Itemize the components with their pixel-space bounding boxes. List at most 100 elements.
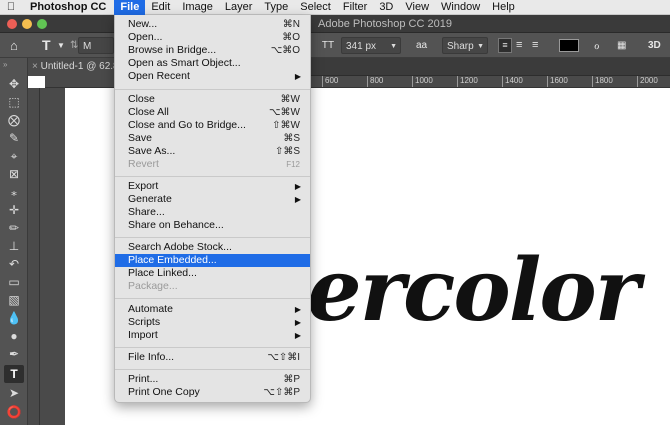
eyedropper-tool-icon[interactable]: ⁎ (4, 183, 24, 201)
collapse-icon[interactable]: » (3, 60, 7, 69)
menu-file[interactable]: File (114, 0, 146, 15)
eraser-tool-icon[interactable]: ▭ (4, 273, 24, 291)
text-color-swatch[interactable] (559, 39, 579, 52)
menu-item-browse-in-bridge[interactable]: Browse in Bridge... ⌥⌘O (115, 44, 310, 57)
menu-window[interactable]: Window (435, 0, 486, 15)
marquee-tool-icon[interactable]: ⬚ (4, 93, 24, 111)
type-tool-preset-icon[interactable]: T (42, 37, 51, 54)
document-tab[interactable]: × Untitled-1 @ 62.8 (28, 58, 118, 76)
menu-layer[interactable]: Layer (219, 0, 259, 15)
window-title-bar: Adobe Photoshop CC 2019 (0, 15, 670, 33)
ellipse-tool-icon[interactable]: ⭕ (4, 403, 24, 421)
menu-separator (115, 237, 310, 238)
home-icon[interactable]: ⌂ (10, 37, 18, 54)
submenu-arrow-icon: ▶ (294, 182, 301, 191)
vertical-ruler (28, 88, 40, 425)
healing-brush-tool-icon[interactable]: ✛ (4, 201, 24, 219)
menu-image[interactable]: Image (176, 0, 219, 15)
brush-tool-icon[interactable]: ✏ (4, 219, 24, 237)
menu-item-file-info[interactable]: File Info... ⌥⇧⌘I (115, 351, 310, 364)
menu-item-generate[interactable]: Generate ▶ (115, 193, 310, 206)
blur-tool-icon[interactable]: 💧 (4, 309, 24, 327)
font-family-field[interactable]: M (78, 37, 114, 54)
dodge-tool-icon[interactable]: ● (4, 327, 24, 345)
submenu-arrow-icon: ▶ (294, 318, 301, 327)
file-menu-dropdown: New... ⌘N Open... ⌘O Browse in Bridge... ⌥⌘… (114, 15, 311, 403)
chevron-down-icon: ▼ (477, 43, 484, 50)
menu-item-share[interactable]: Share... (115, 206, 310, 219)
ruler-tick: 1600 (547, 76, 568, 87)
history-brush-tool-icon[interactable]: ↶ (4, 255, 24, 273)
character-panel-icon[interactable]: ▦ (617, 37, 626, 54)
menu-help[interactable]: Help (486, 0, 521, 15)
close-tab-icon[interactable]: × (32, 61, 38, 72)
menu-item-share-on-behance[interactable]: Share on Behance... (115, 219, 310, 232)
menu-item-print-one-copy[interactable]: Print One Copy ⌥⇧⌘P (115, 386, 310, 399)
pen-tool-icon[interactable]: ✒ (4, 345, 24, 363)
menu-item-search-adobe-stock[interactable]: Search Adobe Stock... (115, 241, 310, 254)
move-tool-icon[interactable]: ✥ (4, 75, 24, 93)
menu-separator (115, 298, 310, 299)
window-title: Adobe Photoshop CC 2019 (318, 18, 452, 30)
menu-item-place-linked[interactable]: Place Linked... (115, 267, 310, 280)
ruler-tick: 1000 (412, 76, 433, 87)
menu-item-place-embedded[interactable]: Place Embedded... (115, 254, 310, 267)
menu-separator (115, 89, 310, 90)
frame-tool-icon[interactable]: ⊠ (4, 165, 24, 183)
submenu-arrow-icon: ▶ (294, 195, 301, 204)
menu-item-new[interactable]: New... ⌘N (115, 18, 310, 31)
lasso-tool-icon[interactable]: ⨂ (4, 111, 24, 129)
menu-view[interactable]: View (399, 0, 435, 15)
menu-item-save[interactable]: Save ⌘S (115, 132, 310, 145)
gradient-tool-icon[interactable]: ▧ (4, 291, 24, 309)
menu-filter[interactable]: Filter (337, 0, 373, 15)
menu-edit[interactable]: Edit (145, 0, 176, 15)
3d-icon[interactable]: 3D (648, 37, 661, 54)
chevron-down-icon[interactable]: ▼ (57, 37, 65, 54)
antialias-select[interactable]: Sharp ▼ (442, 37, 488, 54)
menu-item-close-and-go-to-bridge[interactable]: Close and Go to Bridge... ⇧⌘W (115, 119, 310, 132)
align-left-icon[interactable]: ≡ (498, 38, 512, 53)
clone-stamp-tool-icon[interactable]: ⊥ (4, 237, 24, 255)
menu-item-export[interactable]: Export ▶ (115, 180, 310, 193)
apple-menu-icon[interactable]:  (0, 1, 22, 13)
menu-type[interactable]: Type (258, 0, 294, 15)
align-right-icon[interactable]: ≡ (532, 37, 538, 54)
menu-select[interactable]: Select (294, 0, 337, 15)
tools-panel: » ✥ ⬚ ⨂ ✎ ⌖ ⊠ ⁎ ✛ ✏ ⊥ ↶ ▭ ▧ 💧 ● ✒ T ➤ ⭕ (0, 58, 28, 425)
menu-separator (115, 347, 310, 348)
ruler-tick: 1400 (502, 76, 523, 87)
menu-separator (115, 176, 310, 177)
menu-item-revert: Revert F12 (128, 158, 300, 170)
menu-item-print[interactable]: Print... ⌘P (115, 373, 310, 386)
ruler-tick: 1800 (592, 76, 613, 87)
crop-tool-icon[interactable]: ⌖ (4, 147, 24, 165)
font-size-field[interactable]: 341 px ▼ (341, 37, 401, 54)
app-menu-photoshop[interactable]: Photoshop CC (22, 1, 114, 13)
menu-3d[interactable]: 3D (373, 0, 399, 15)
menu-item-save-as[interactable]: Save As... ⇧⌘S (115, 145, 310, 158)
menu-item-import[interactable]: Import ▶ (115, 329, 310, 342)
quick-selection-tool-icon[interactable]: ✎ (4, 129, 24, 147)
warp-text-icon[interactable]: ℴ (594, 37, 600, 54)
macos-menu-bar:  Photoshop CC File Edit Image Layer Typ… (0, 0, 670, 15)
align-center-icon[interactable]: ≡ (516, 37, 522, 54)
menu-item-open[interactable]: Open... ⌘O (115, 31, 310, 44)
menu-item-scripts[interactable]: Scripts ▶ (115, 316, 310, 329)
menu-item-open-recent[interactable]: Open Recent ▶ (115, 70, 310, 83)
ruler-tick: 1200 (457, 76, 478, 87)
type-tool-icon[interactable]: T (4, 365, 24, 383)
canvas-text-layer[interactable]: ercolor (307, 240, 640, 341)
antialias-icon: aa (416, 40, 428, 51)
menu-item-package: Package... (128, 280, 178, 292)
menu-item-close[interactable]: Close ⌘W (115, 93, 310, 106)
menu-item-open-as-smart-object[interactable]: Open as Smart Object... (115, 57, 310, 70)
path-selection-tool-icon[interactable]: ➤ (4, 384, 24, 402)
submenu-arrow-icon: ▶ (294, 305, 301, 314)
document-tab-label: Untitled-1 @ 62.8 (40, 61, 118, 72)
font-size-icon: TT (321, 40, 335, 51)
menu-item-close-all[interactable]: Close All ⌥⌘W (115, 106, 310, 119)
menu-item-automate[interactable]: Automate ▶ (115, 303, 310, 316)
ruler-tick: 600 (322, 76, 338, 87)
options-bar: ⌂ T ▼ ⇅ M TT 341 px ▼ aa Sharp ▼ ≡ ≡ ≡ ℴ… (0, 33, 670, 58)
